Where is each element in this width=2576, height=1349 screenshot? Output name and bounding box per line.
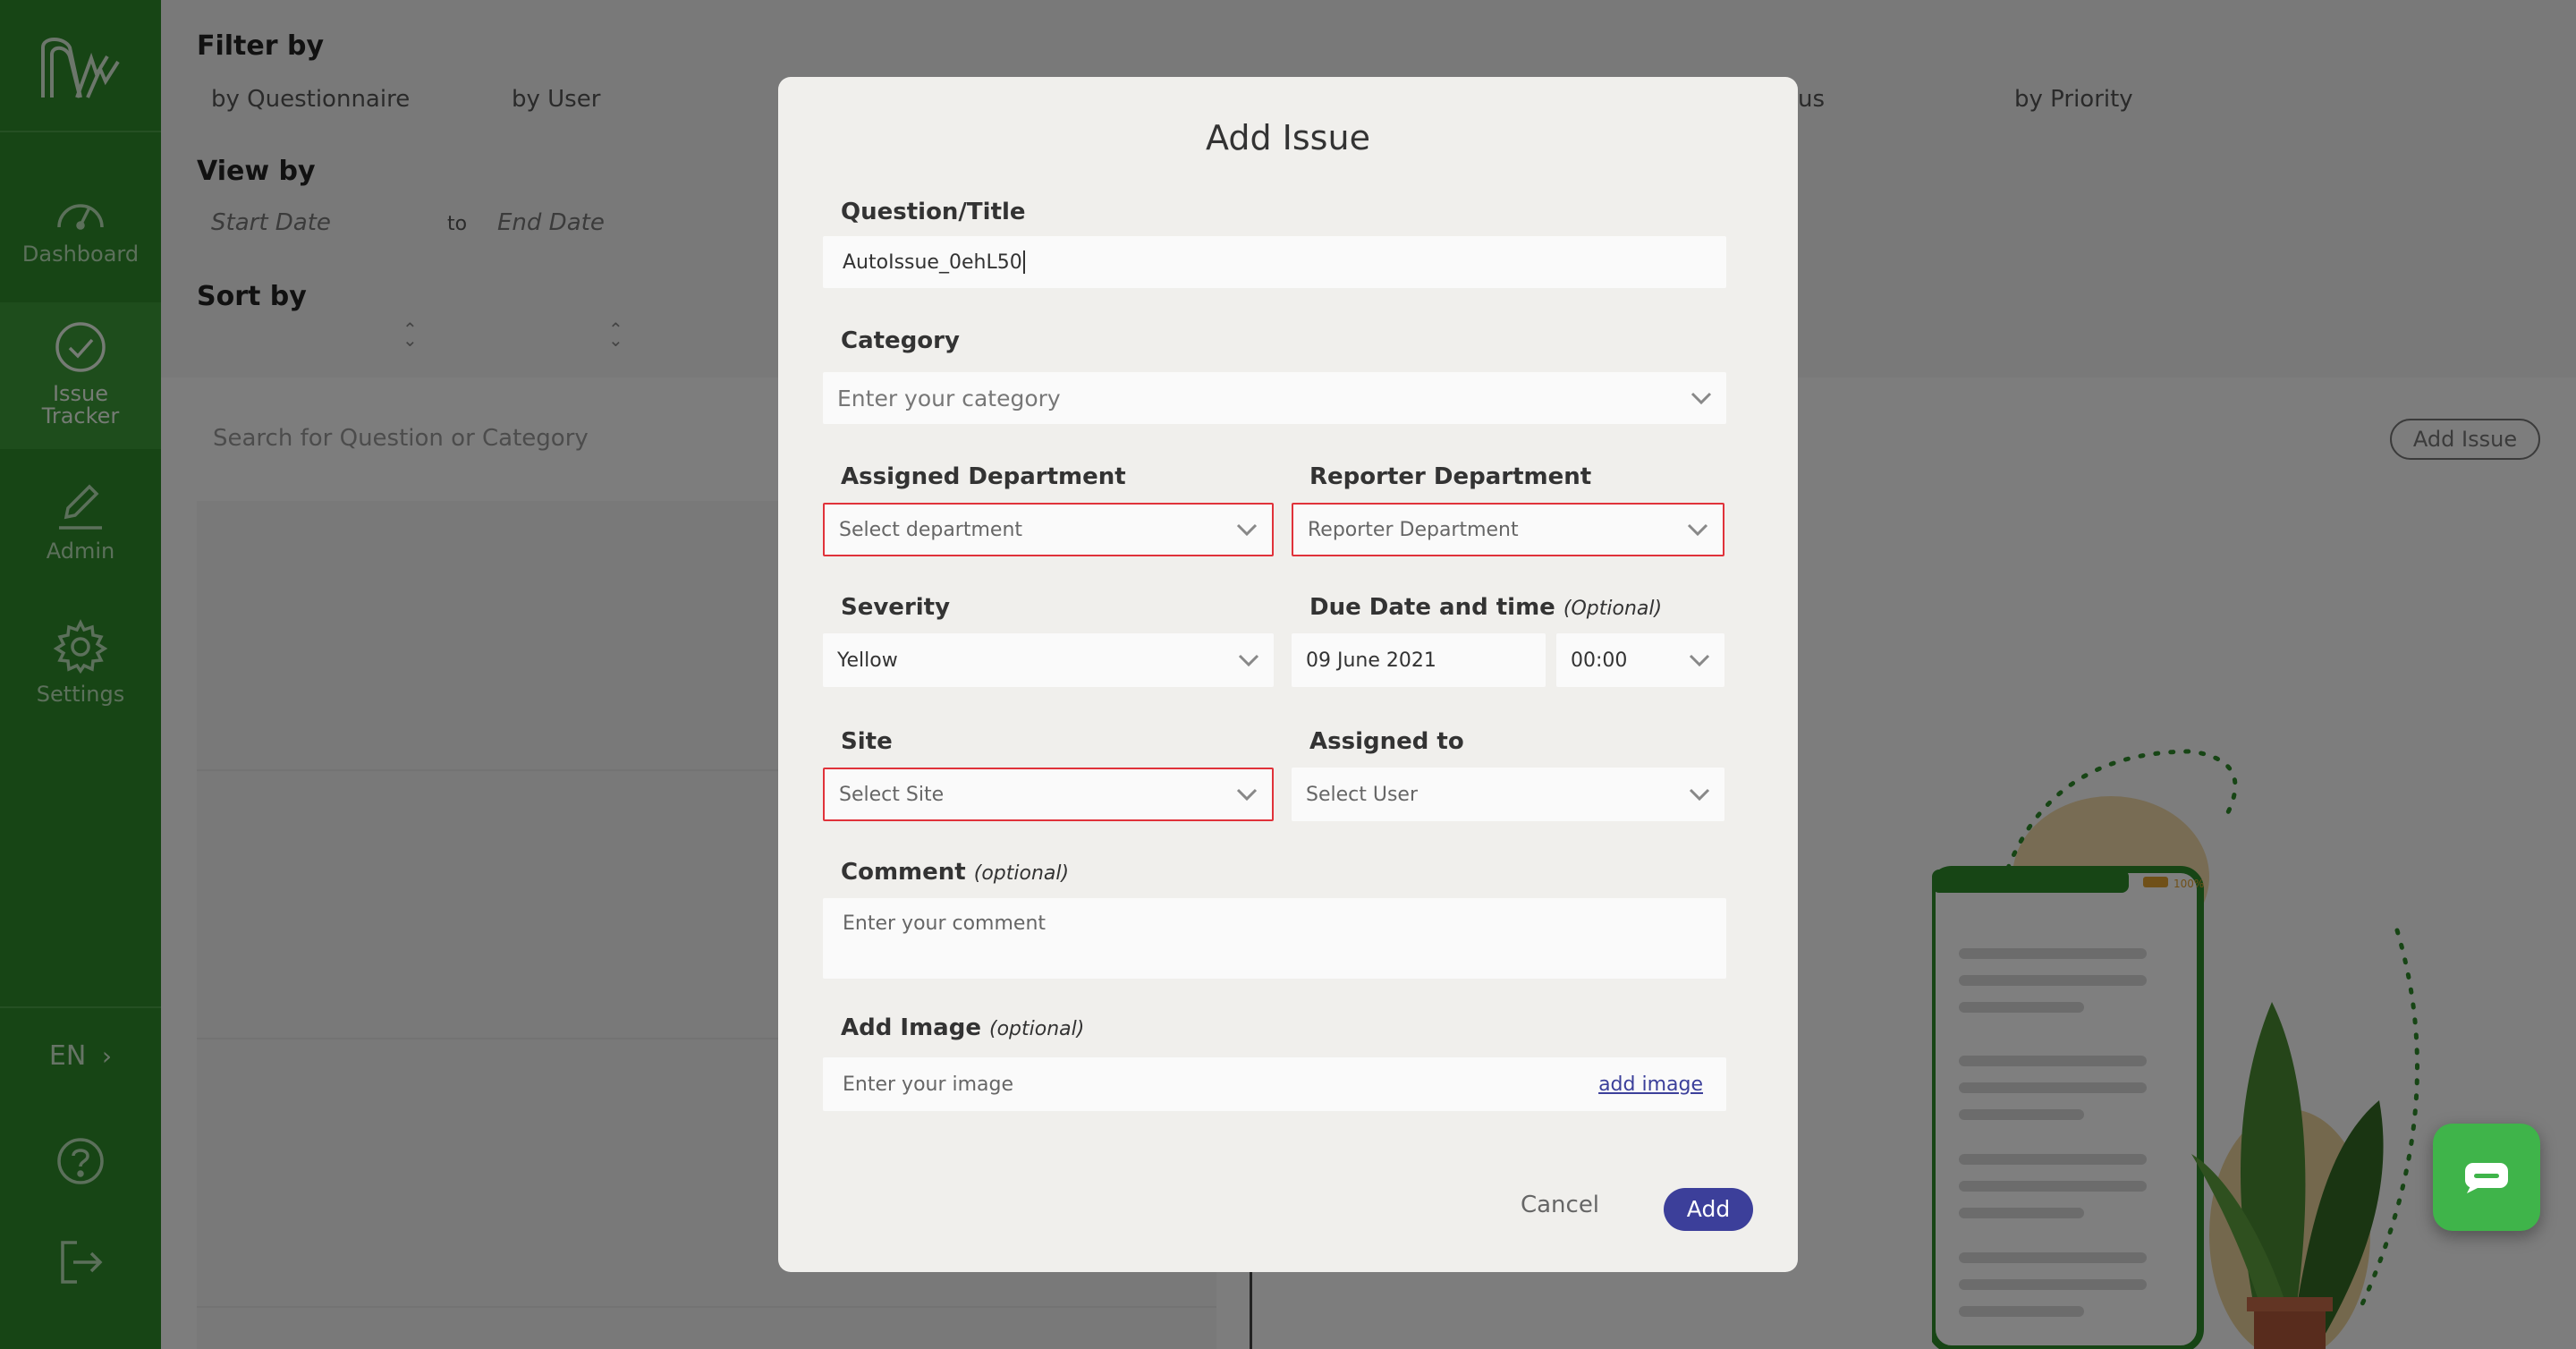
chevron-down-icon (1224, 653, 1274, 667)
add-image-label-text: Add Image (841, 1014, 981, 1041)
chevron-down-icon (1674, 653, 1724, 667)
due-date-label-text: Due Date and time (1309, 594, 1555, 621)
add-image-link[interactable]: add image (1598, 1073, 1703, 1096)
due-date-value: 09 June 2021 (1306, 649, 1436, 672)
assigned-department-select[interactable]: Select department (823, 503, 1274, 556)
assigned-to-label: Assigned to (1309, 728, 1464, 755)
comment-textarea[interactable]: Enter your comment (823, 898, 1726, 979)
chevron-down-icon (1222, 787, 1272, 802)
due-time-select[interactable]: 00:00 (1556, 633, 1724, 687)
due-time-value: 00:00 (1571, 649, 1628, 672)
reporter-department-select[interactable]: Reporter Department (1292, 503, 1724, 556)
severity-label: Severity (841, 594, 951, 621)
question-title-value: AutoIssue_0ehL50 (843, 250, 1022, 274)
category-select[interactable]: Enter your category (823, 372, 1726, 424)
chevron-down-icon (1676, 391, 1726, 405)
question-title-input[interactable]: AutoIssue_0ehL50 (823, 236, 1726, 288)
due-date-input[interactable]: 09 June 2021 (1292, 633, 1546, 687)
chat-widget-button[interactable] (2433, 1124, 2540, 1231)
category-label: Category (841, 327, 960, 354)
add-image-optional-tag: (optional) (989, 1018, 1085, 1040)
add-issue-modal: Add Issue Question/Title AutoIssue_0ehL5… (778, 77, 1798, 1272)
comment-label: Comment (optional) (841, 859, 1069, 886)
due-date-label: Due Date and time (Optional) (1309, 594, 1662, 621)
question-title-label: Question/Title (841, 199, 1026, 225)
site-select[interactable]: Select Site (823, 768, 1274, 821)
assigned-to-select[interactable]: Select User (1292, 768, 1724, 821)
chevron-down-icon (1673, 522, 1723, 537)
add-button[interactable]: Add (1664, 1188, 1753, 1231)
chat-icon (2465, 1163, 2508, 1193)
site-placeholder: Select Site (839, 783, 945, 806)
text-caret (1022, 250, 1025, 274)
comment-optional-tag: (optional) (973, 862, 1070, 885)
assigned-department-placeholder: Select department (839, 518, 1023, 541)
image-input[interactable]: Enter your image add image (823, 1057, 1726, 1111)
chevron-down-icon (1674, 787, 1724, 802)
image-input-placeholder: Enter your image (843, 1073, 1014, 1096)
assigned-department-label: Assigned Department (841, 463, 1126, 490)
add-image-label: Add Image (optional) (841, 1014, 1084, 1041)
category-placeholder: Enter your category (837, 385, 1061, 411)
chevron-down-icon (1222, 522, 1272, 537)
due-date-optional-tag: (Optional) (1563, 598, 1663, 620)
reporter-department-label: Reporter Department (1309, 463, 1592, 490)
cancel-button[interactable]: Cancel (1510, 1183, 1610, 1227)
assigned-to-placeholder: Select User (1306, 783, 1419, 806)
reporter-department-placeholder: Reporter Department (1308, 518, 1519, 541)
comment-label-text: Comment (841, 859, 966, 886)
severity-value: Yellow (837, 649, 898, 672)
severity-select[interactable]: Yellow (823, 633, 1274, 687)
site-label: Site (841, 728, 893, 755)
modal-title: Add Issue (1206, 118, 1370, 157)
